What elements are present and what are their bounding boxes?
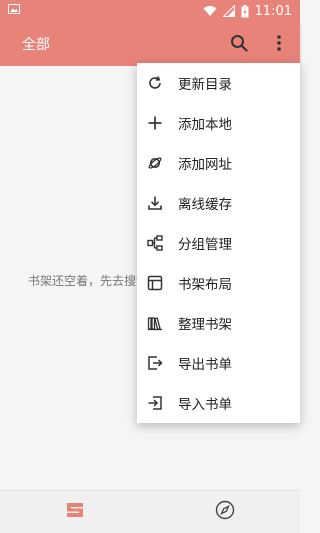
nav-bookshelf[interactable] bbox=[0, 491, 150, 533]
battery-icon bbox=[241, 4, 249, 18]
import-icon bbox=[146, 394, 164, 412]
more-options-icon[interactable] bbox=[268, 32, 290, 54]
books-icon bbox=[146, 314, 164, 332]
cellular-signal-icon bbox=[222, 5, 235, 17]
export-icon bbox=[146, 354, 164, 372]
overflow-menu: 更新目录 添加本地 添加网址 离线缓存 分组管理 书架布局 整理书架 导出书单 … bbox=[137, 63, 300, 423]
add-icon bbox=[146, 114, 164, 132]
menu-item-label: 添加本地 bbox=[178, 117, 232, 133]
app-actions bbox=[228, 32, 290, 54]
empty-bookshelf-message: 书架还空着，先去搜索 bbox=[28, 274, 149, 288]
menu-item-label: 导入书单 bbox=[178, 397, 232, 413]
menu-item-add-local[interactable]: 添加本地 bbox=[137, 103, 300, 143]
menu-item-label: 分组管理 bbox=[178, 237, 232, 253]
download-icon bbox=[146, 194, 164, 212]
group-icon bbox=[146, 234, 164, 252]
menu-item-label: 书架布局 bbox=[178, 277, 232, 293]
refresh-icon bbox=[146, 74, 164, 92]
menu-item-label: 导出书单 bbox=[178, 357, 232, 373]
menu-item-group-manage[interactable]: 分组管理 bbox=[137, 223, 300, 263]
menu-item-label: 离线缓存 bbox=[178, 197, 232, 213]
menu-item-offline-cache[interactable]: 离线缓存 bbox=[137, 183, 300, 223]
status-bar: 11:01 bbox=[0, 0, 300, 22]
menu-item-bookshelf-layout[interactable]: 书架布局 bbox=[137, 263, 300, 303]
menu-item-label: 添加网址 bbox=[178, 157, 232, 173]
menu-item-label: 整理书架 bbox=[178, 317, 232, 333]
search-icon[interactable] bbox=[228, 32, 250, 54]
planet-icon bbox=[146, 154, 164, 172]
bottom-navigation bbox=[0, 490, 300, 533]
menu-item-organize-bookshelf[interactable]: 整理书架 bbox=[137, 303, 300, 343]
status-time: 11:01 bbox=[254, 3, 292, 19]
nav-discover[interactable] bbox=[150, 491, 300, 533]
app-bar: 全部 bbox=[0, 22, 300, 66]
status-left bbox=[8, 3, 20, 19]
menu-item-label: 更新目录 bbox=[178, 77, 232, 93]
page-title[interactable]: 全部 bbox=[22, 34, 50, 54]
bookshelf-logo-icon bbox=[64, 501, 86, 523]
compass-icon bbox=[215, 500, 235, 524]
image-notification-icon bbox=[8, 3, 20, 19]
status-right: 11:01 bbox=[203, 4, 292, 19]
layout-icon bbox=[146, 274, 164, 292]
menu-item-add-url[interactable]: 添加网址 bbox=[137, 143, 300, 183]
wifi-icon bbox=[203, 5, 217, 17]
menu-item-export-booklist[interactable]: 导出书单 bbox=[137, 343, 300, 383]
menu-item-update-catalog[interactable]: 更新目录 bbox=[137, 63, 300, 103]
menu-item-import-booklist[interactable]: 导入书单 bbox=[137, 383, 300, 423]
